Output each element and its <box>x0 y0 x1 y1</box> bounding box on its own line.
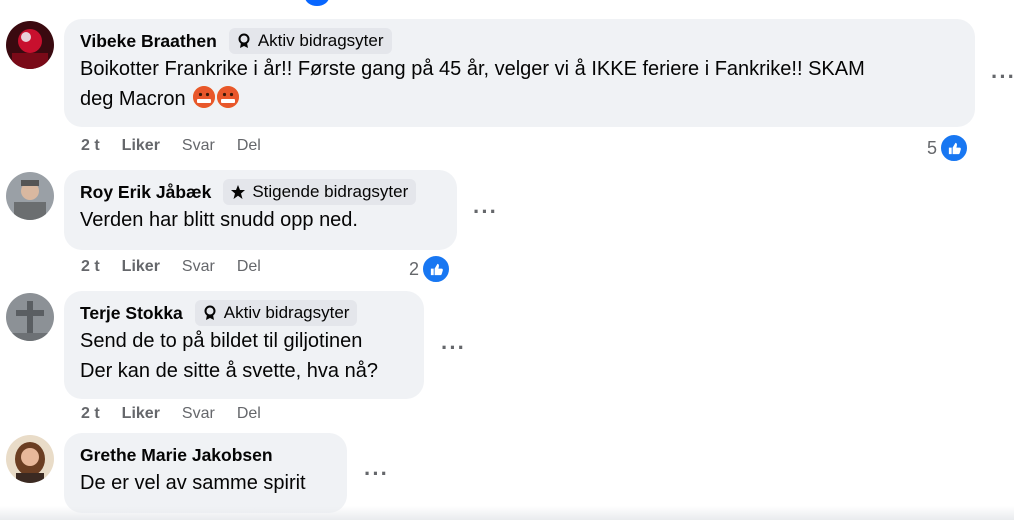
comment-text: Boikotter Frankrike i år!! Første gang p… <box>80 54 959 114</box>
reply-button[interactable]: Svar <box>182 405 215 423</box>
comment-bubble: Roy Erik Jåbæk Stigende bidragsyter Verd… <box>64 170 457 250</box>
avatar[interactable] <box>6 21 54 69</box>
reaction-number: 2 <box>409 258 420 279</box>
thumbs-up-icon <box>939 133 970 163</box>
share-button[interactable]: Del <box>237 137 261 155</box>
angry-face-emoji <box>193 86 216 108</box>
timestamp[interactable]: 2 t <box>81 405 100 423</box>
timestamp[interactable]: 2 t <box>81 258 100 276</box>
rosette-icon <box>204 305 216 320</box>
scroll-shadow <box>0 506 1014 520</box>
more-options-button[interactable]: ··· <box>441 337 466 359</box>
avatar[interactable] <box>6 435 54 483</box>
more-options-button[interactable]: ··· <box>364 463 389 485</box>
reply-button[interactable]: Svar <box>182 137 215 155</box>
angry-face-emoji <box>217 86 240 108</box>
share-button[interactable]: Del <box>237 405 261 423</box>
contributor-badge[interactable]: Aktiv bidragsyter <box>194 300 358 326</box>
comment-text-line: Der kan de sitte å svette, hva nå? <box>80 360 378 382</box>
timestamp[interactable]: 2 t <box>81 137 100 155</box>
like-button[interactable]: Liker <box>122 405 160 423</box>
share-button[interactable]: Del <box>237 258 261 276</box>
comment-text-line: deg Macron <box>80 88 186 110</box>
comment-text-line: Send de to på bildet til giljotinen <box>80 330 363 352</box>
comment-bubble: Terje Stokka Aktiv bidragsyter Send de t… <box>64 291 424 399</box>
author-name[interactable]: Roy Erik Jåbæk <box>80 182 211 203</box>
more-options-button[interactable]: ··· <box>991 66 1014 88</box>
reaction-number: 5 <box>927 137 938 158</box>
reaction-count[interactable]: 5 <box>927 133 970 163</box>
comment-bubble: Vibeke Braathen Aktiv bidragsyter Boikot… <box>64 19 975 127</box>
reaction-count[interactable]: 2 <box>409 254 452 284</box>
like-button[interactable]: Liker <box>122 258 160 276</box>
comment-actions: 2 t Liker Svar Del <box>81 405 283 423</box>
author-name[interactable]: Vibeke Braathen <box>80 31 217 52</box>
badge-label: Stigende bidragsyter <box>252 182 409 201</box>
contributor-badge[interactable]: Stigende bidragsyter <box>223 179 417 205</box>
reply-button[interactable]: Svar <box>182 258 215 276</box>
comment-actions: 2 t Liker Svar Del <box>81 137 283 155</box>
like-button[interactable]: Liker <box>122 137 160 155</box>
badge-label: Aktiv bidragsyter <box>257 31 384 50</box>
rosette-icon <box>238 33 250 48</box>
thumbs-up-icon <box>421 254 452 284</box>
comment-text: Verden har blitt snudd opp ned. <box>80 209 358 231</box>
comment-text-line: Boikotter Frankrike i år!! Første gang p… <box>80 58 865 80</box>
comment-bubble: Grethe Marie Jakobsen De er vel av samme… <box>64 433 347 513</box>
comment-text: De er vel av samme spirit <box>80 472 306 494</box>
contributor-badge[interactable]: Aktiv bidragsyter <box>228 28 392 54</box>
author-name[interactable]: Terje Stokka <box>80 303 183 324</box>
star-icon <box>231 185 246 199</box>
notification-dot <box>305 0 329 6</box>
badge-label: Aktiv bidragsyter <box>223 303 350 322</box>
more-options-button[interactable]: ··· <box>473 201 498 223</box>
avatar[interactable] <box>6 293 54 341</box>
comment-actions: 2 t Liker Svar Del <box>81 258 283 276</box>
comment-text: Send de to på bildet til giljotinen Der … <box>80 326 408 386</box>
author-name[interactable]: Grethe Marie Jakobsen <box>80 445 273 466</box>
avatar[interactable] <box>6 172 54 220</box>
